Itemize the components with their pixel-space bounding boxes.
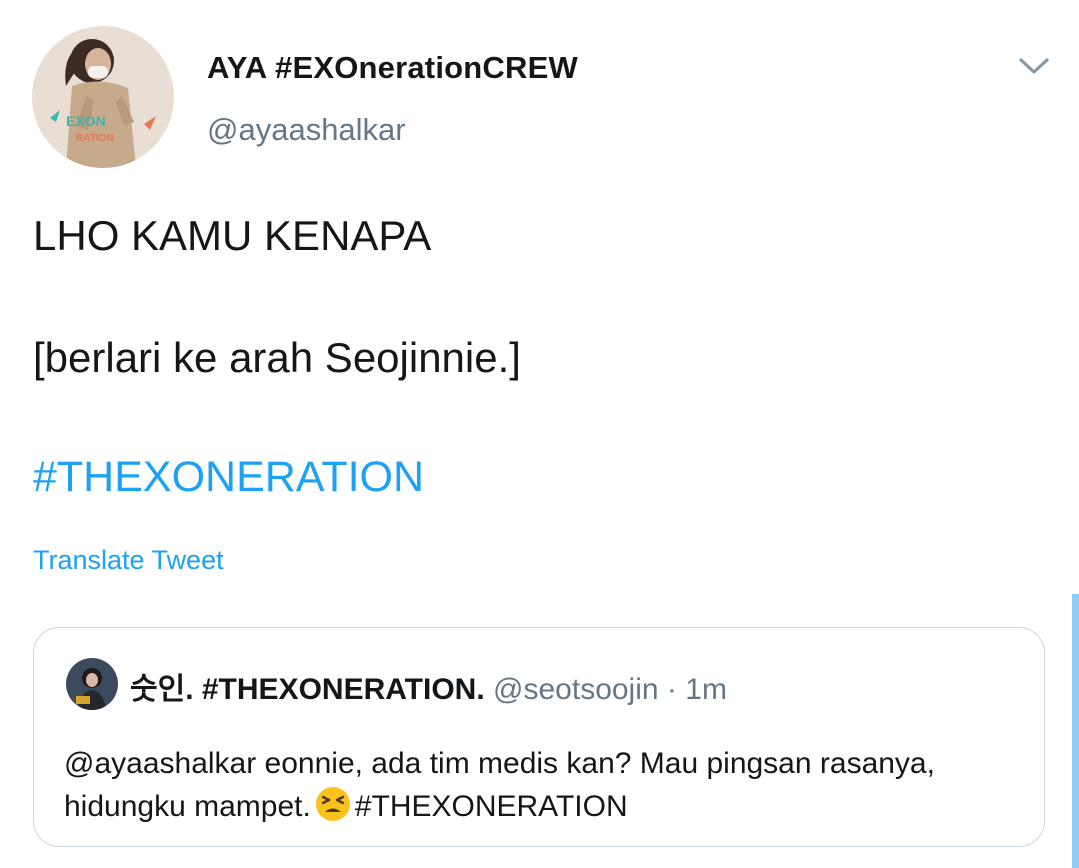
tweet-text-line-1: LHO KAMU KENAPA (33, 212, 432, 259)
tired-face-emoji-icon (315, 786, 351, 822)
author-handle[interactable]: @ayaashalkar (207, 112, 406, 148)
scroll-indicator (1072, 594, 1079, 868)
quoted-tweet-card[interactable]: 숫인. #THEXONERATION. @seotsoojin · 1m @ay… (33, 627, 1045, 847)
quoted-tweet-time[interactable]: 1m (685, 673, 727, 706)
svg-text:RATION: RATION (76, 133, 114, 144)
quoted-author-name[interactable]: 숫인. #THEXONERATION. (130, 673, 485, 706)
author-display-name[interactable]: AYA #EXOnerationCREW (207, 50, 578, 86)
tweet-text-line-2: [berlari ke arah Seojinnie.] (33, 334, 521, 381)
quoted-author-avatar[interactable] (66, 658, 118, 710)
author-avatar[interactable]: EXON RATION (32, 26, 174, 168)
quoted-tweet-body: @ayaashalkar eonnie, ada tim medis kan? … (64, 742, 1024, 828)
quoted-body-line-2-text: hidungku mampet. (64, 790, 311, 823)
svg-text:EXON: EXON (66, 113, 106, 129)
header-separator: · (666, 673, 677, 706)
quoted-author-handle[interactable]: @seotsoojin (493, 673, 659, 706)
quoted-body-line-1: @ayaashalkar eonnie, ada tim medis kan? … (64, 747, 935, 780)
translate-tweet-link[interactable]: Translate Tweet (33, 545, 224, 576)
chevron-down-icon[interactable] (1018, 55, 1050, 77)
quoted-body-line-2: hidungku mampet. #THEXONERATION (64, 785, 1024, 828)
quoted-tweet-header: 숫인. #THEXONERATION. @seotsoojin · 1m (130, 664, 727, 708)
quoted-body-hashtag[interactable]: #THEXONERATION (355, 790, 628, 823)
hashtag-link[interactable]: #THEXONERATION (33, 453, 424, 502)
